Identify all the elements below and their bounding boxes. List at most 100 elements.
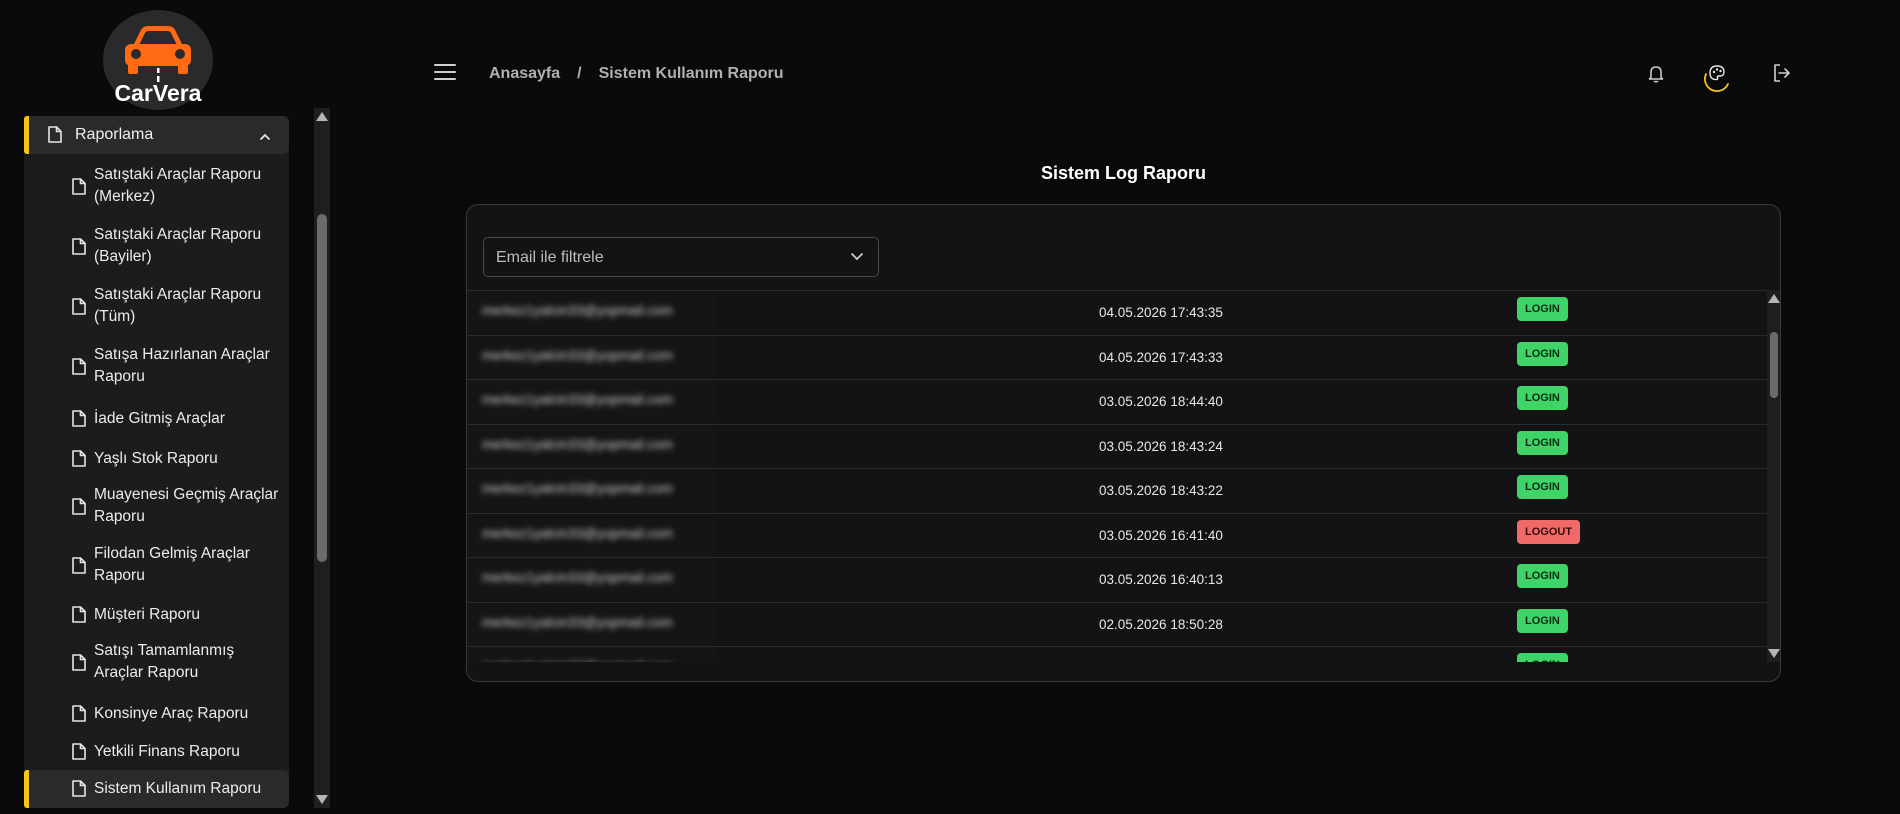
sidebar-item-label: Satıştaki Araçlar Raporu (Merkez) (94, 166, 262, 205)
sidebar-item-3[interactable]: Satıştaki Araçlar Raporu (Tüm) (24, 278, 289, 336)
email-cell: merkez1yalcin33@yopmail.com (467, 647, 715, 662)
email-value: merkez1yalcin33@yopmail.com (482, 525, 673, 541)
document-icon (72, 358, 86, 375)
email-value: merkez1yalcin33@yopmail.com (482, 392, 673, 407)
sidebar-item-11[interactable]: Konsinye Araç Raporu (24, 696, 289, 732)
table-row: merkez1yalcin33@yopmail.com 03.05.2026 16… (467, 512, 1767, 557)
date-value: 03.05.2026 16:41:40 (1099, 527, 1223, 543)
email-filter-select[interactable]: Email ile filtrele (483, 237, 879, 277)
logout-icon[interactable] (1772, 63, 1792, 83)
date-value: 04.05.2026 17:43:33 (1099, 349, 1223, 365)
table-row: merkez1yalcin33@yopmail.com 03.05.2026 18… (467, 423, 1767, 468)
log-table: merkez1yalcin33@yopmail.com 04.05.2026 17… (467, 290, 1767, 662)
chevron-up-icon[interactable] (259, 128, 271, 146)
document-icon (72, 298, 86, 315)
email-cell: merkez1yalcin33@yopmail.com (467, 335, 715, 379)
breadcrumb-separator: / (577, 65, 582, 82)
sidebar-item-9[interactable]: Müşteri Raporu (24, 597, 289, 633)
email-filter-placeholder: Email ile filtrele (496, 249, 604, 266)
document-icon (72, 606, 86, 623)
sidebar-item-12[interactable]: Yetkili Finans Raporu (24, 734, 289, 770)
table-row: merkez1yalcin33@yopmail.com 03.05.2026 16… (467, 557, 1767, 601)
nav-group-label: Raporlama (75, 126, 154, 143)
sidebar-item-6[interactable]: Yaşlı Stok Raporu (24, 441, 289, 477)
action-badge: LOGIN (1517, 341, 1568, 366)
brand-name: CarVera (114, 80, 202, 106)
sidebar-item-2[interactable]: Satıştaki Araçlar Raporu (Bayiler) (24, 218, 289, 276)
scroll-down-arrow-icon[interactable] (1768, 649, 1780, 658)
active-accent-bar (24, 116, 29, 154)
email-cell: merkez1yalcin33@yopmail.com (467, 291, 715, 334)
log-report-card: Email ile filtrele merkez1yalcin33@yopma… (466, 204, 1781, 682)
sidebar-item-13[interactable]: Sistem Kullanım Raporu (24, 770, 289, 808)
table-row: merkez1yalcin33@yopmail.com 04.05.2026 17… (467, 290, 1767, 334)
scroll-up-arrow-icon[interactable] (316, 112, 328, 121)
scrollbar-thumb[interactable] (1770, 332, 1778, 398)
document-icon (72, 178, 86, 195)
table-row: merkez1yalcin33@yopmail.com 04.05.2026 17… (467, 334, 1767, 379)
date-value: 04.05.2026 17:43:35 (1099, 305, 1223, 320)
sidebar-scrollbar[interactable] (314, 108, 330, 808)
sidebar-item-8[interactable]: Filodan Gelmiş Araçlar Raporu (24, 537, 289, 595)
email-cell: merkez1yalcin33@yopmail.com (467, 469, 715, 512)
email-cell: merkez1yalcin33@yopmail.com (467, 558, 715, 601)
sidebar-item-label: Satıştaki Araçlar Raporu (Bayiler) (94, 226, 262, 265)
scroll-up-arrow-icon[interactable] (1768, 294, 1780, 303)
action-badge: LOGIN (1517, 297, 1568, 321)
date-value: 02.05.2026 18:50:27 (1099, 661, 1223, 662)
email-value: merkez1yalcin33@yopmail.com (482, 436, 673, 452)
date-value: 03.05.2026 16:40:13 (1099, 572, 1223, 587)
date-value: 03.05.2026 18:44:40 (1099, 394, 1223, 409)
sidebar-item-label: Yetkili Finans Raporu (94, 743, 240, 760)
email-cell: merkez1yalcin33@yopmail.com (467, 602, 715, 646)
bell-icon[interactable] (1647, 64, 1665, 84)
document-icon (72, 410, 86, 427)
document-icon (72, 238, 86, 255)
sidebar-item-label: Yaşlı Stok Raporu (94, 450, 218, 467)
active-accent-bar (24, 770, 29, 808)
document-icon (72, 450, 86, 467)
sidebar-item-label: Satışı Tamamlanmış Araçlar Raporu (94, 642, 235, 681)
email-cell: merkez1yalcin33@yopmail.com (467, 380, 715, 423)
action-badge: LOGIN (1517, 653, 1568, 662)
action-badge: LOGIN (1517, 386, 1568, 410)
sidebar-item-4[interactable]: Satışa Hazırlanan Araçlar Raporu (24, 338, 289, 396)
breadcrumb-current: Sistem Kullanım Raporu (598, 65, 784, 82)
table-row: merkez1yalcin33@yopmail.com 03.05.2026 18… (467, 379, 1767, 423)
document-icon (72, 557, 86, 574)
document-icon (72, 780, 86, 797)
email-value: merkez1yalcin33@yopmail.com (482, 570, 673, 585)
action-badge: LOGIN (1517, 475, 1568, 499)
breadcrumb: Anasayfa / Sistem Kullanım Raporu (489, 65, 784, 83)
brand-logo[interactable]: CarVera (103, 10, 213, 110)
palette-icon[interactable] (1700, 60, 1734, 94)
scroll-down-arrow-icon[interactable] (316, 795, 328, 804)
sidebar-item-label: Müşteri Raporu (94, 606, 200, 623)
action-badge: LOGOUT (1517, 519, 1581, 544)
table-row: merkez1yalcin33@yopmail.com 03.05.2026 18… (467, 468, 1767, 512)
sidebar-item-1[interactable]: Satıştaki Araçlar Raporu (Merkez) (24, 158, 289, 216)
action-badge: LOGIN (1517, 564, 1568, 588)
email-value: merkez1yalcin33@yopmail.com (482, 481, 673, 496)
sidebar-item-5[interactable]: İade Gitmiş Araçlar (24, 401, 289, 437)
sidebar-item-label: Konsinye Araç Raporu (94, 705, 249, 722)
table-scrollbar[interactable] (1767, 290, 1780, 662)
nav-panel: Raporlama Satıştaki Araçlar Raporu (Merk… (24, 116, 289, 808)
sidebar-item-7[interactable]: Muayenesi Geçmiş Araçlar Raporu (24, 478, 289, 536)
email-value: merkez1yalcin33@yopmail.com (482, 303, 673, 318)
breadcrumb-home[interactable]: Anasayfa (489, 65, 560, 83)
sidebar-item-label: Sistem Kullanım Raporu (94, 780, 262, 797)
date-value: 03.05.2026 18:43:22 (1099, 483, 1223, 498)
table-row: merkez1yalcin33@yopmail.com 02.05.2026 18… (467, 646, 1767, 662)
sidebar-item-label: Muayenesi Geçmiş Araçlar Raporu (94, 486, 279, 525)
menu-icon[interactable] (434, 64, 456, 80)
sidebar-item-label: Satıştaki Araçlar Raporu (Tüm) (94, 286, 262, 325)
scrollbar-thumb[interactable] (317, 214, 327, 562)
sidebar-item-label: İade Gitmiş Araçlar (94, 410, 225, 427)
document-icon (72, 654, 86, 671)
chevron-down-icon[interactable] (850, 252, 864, 261)
sidebar-item-10[interactable]: Satışı Tamamlanmış Araçlar Raporu (24, 634, 289, 692)
nav-group-raporlama[interactable]: Raporlama (24, 116, 289, 154)
document-icon (72, 498, 86, 515)
sidebar-item-label: Satışa Hazırlanan Araçlar Raporu (94, 346, 270, 385)
